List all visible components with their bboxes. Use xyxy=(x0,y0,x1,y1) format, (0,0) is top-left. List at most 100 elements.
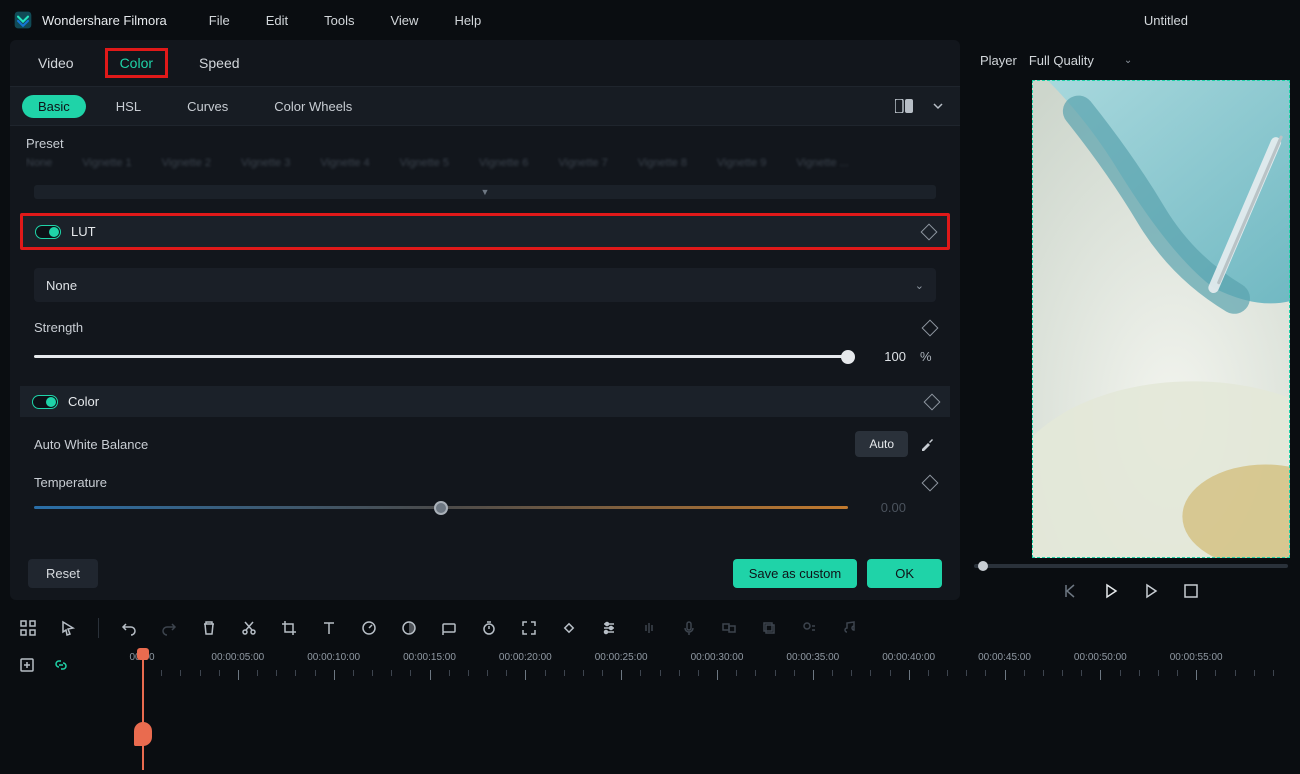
layers-icon xyxy=(759,618,779,638)
lut-label: LUT xyxy=(71,224,96,239)
eyedropper-icon[interactable] xyxy=(918,435,936,453)
temperature-section: Temperature 0.00 xyxy=(34,475,936,515)
player-panel: Player Full Quality ⌄ xyxy=(972,40,1290,600)
timeline-add-track-icon[interactable] xyxy=(18,656,36,674)
temperature-slider-track[interactable] xyxy=(34,506,848,509)
lut-section-highlight: LUT xyxy=(20,213,950,250)
delete-icon[interactable] xyxy=(199,618,219,638)
lut-dropdown-value: None xyxy=(46,278,77,293)
color-header-row: Color xyxy=(20,386,950,417)
subtab-color-wheels[interactable]: Color Wheels xyxy=(258,95,368,118)
ruler-tick: 00:00:40:00 xyxy=(882,652,935,663)
temperature-label: Temperature xyxy=(34,475,107,490)
preset-thumbnails-row[interactable]: NoneVignette 1Vignette 2Vignette 3Vignet… xyxy=(26,157,944,175)
audio-wave-icon xyxy=(639,618,659,638)
strength-slider-handle[interactable] xyxy=(841,350,855,364)
inspector-panel: Video Color Speed Basic HSL Curves Color… xyxy=(10,40,960,600)
auto-white-balance-button[interactable]: Auto xyxy=(855,431,908,457)
sub-tab-bar: Basic HSL Curves Color Wheels xyxy=(10,86,960,126)
marker-tool-icon xyxy=(799,618,819,638)
subtab-basic[interactable]: Basic xyxy=(22,95,86,118)
ruler-tick: 00:00:10:00 xyxy=(307,652,360,663)
ruler-tick: 00:00:50:00 xyxy=(1074,652,1127,663)
strength-unit: % xyxy=(920,349,936,364)
grid-icon[interactable] xyxy=(18,618,38,638)
player-scrubber-handle[interactable] xyxy=(978,561,988,571)
lut-preset-dropdown[interactable]: None ⌄ xyxy=(34,268,936,302)
panel-footer: Reset Save as custom OK xyxy=(10,547,960,600)
strength-label: Strength xyxy=(34,320,83,335)
ruler-tick: 00:00:35:00 xyxy=(786,652,839,663)
app-logo-icon xyxy=(12,9,34,31)
preset-expand-button[interactable]: ▼ xyxy=(34,185,936,199)
pointer-icon[interactable] xyxy=(58,618,78,638)
lut-header-row: LUT xyxy=(23,216,947,247)
timeline[interactable]: 00:0000:00:05:0000:00:10:0000:00:15:0000… xyxy=(0,650,1300,770)
player-quality-value: Full Quality xyxy=(1029,53,1094,68)
speed-icon[interactable] xyxy=(359,618,379,638)
tab-speed[interactable]: Speed xyxy=(185,49,253,77)
lut-strength-section: Strength 100 % xyxy=(34,320,936,364)
strength-slider-track[interactable] xyxy=(34,355,848,358)
strength-value[interactable]: 100 xyxy=(862,349,906,364)
ruler-tick: 00:00:15:00 xyxy=(403,652,456,663)
app-name-label: Wondershare Filmora xyxy=(42,13,167,28)
strength-keyframe-icon[interactable] xyxy=(922,319,939,336)
music-icon xyxy=(839,618,859,638)
menu-edit[interactable]: Edit xyxy=(252,9,302,32)
compare-view-icon[interactable] xyxy=(894,96,914,116)
redo-icon xyxy=(159,618,179,638)
menu-help[interactable]: Help xyxy=(440,9,495,32)
document-title: Untitled xyxy=(1144,13,1188,28)
ruler-tick: 00:00:30:00 xyxy=(691,652,744,663)
play-button[interactable] xyxy=(1102,582,1120,600)
tab-color[interactable]: Color xyxy=(106,49,167,77)
timeline-link-icon[interactable] xyxy=(52,656,70,674)
prev-frame-button[interactable] xyxy=(1062,582,1080,600)
crop-icon[interactable] xyxy=(279,618,299,638)
chevron-down-icon: ⌄ xyxy=(915,279,924,292)
next-frame-button[interactable] xyxy=(1142,582,1160,600)
expand-icon[interactable] xyxy=(519,618,539,638)
ruler-tick: 00:00:55:00 xyxy=(1170,652,1223,663)
ruler-tick: 00:00:05:00 xyxy=(211,652,264,663)
color-icon[interactable] xyxy=(399,618,419,638)
color-keyframe-icon[interactable] xyxy=(924,393,941,410)
lut-keyframe-icon[interactable] xyxy=(921,223,938,240)
temperature-value[interactable]: 0.00 xyxy=(862,500,906,515)
timer-icon[interactable] xyxy=(479,618,499,638)
temperature-keyframe-icon[interactable] xyxy=(922,474,939,491)
panel-options-chevron-icon[interactable] xyxy=(928,96,948,116)
keyframe-tool-icon[interactable] xyxy=(559,618,579,638)
caption-icon[interactable] xyxy=(439,618,459,638)
menu-file[interactable]: File xyxy=(195,9,244,32)
stop-button[interactable] xyxy=(1182,582,1200,600)
auto-white-balance-row: Auto White Balance Auto xyxy=(34,431,936,457)
undo-icon[interactable] xyxy=(119,618,139,638)
reset-button[interactable]: Reset xyxy=(28,559,98,588)
text-icon[interactable] xyxy=(319,618,339,638)
adjust-icon[interactable] xyxy=(599,618,619,638)
mic-icon xyxy=(679,618,699,638)
timeline-playhead[interactable] xyxy=(142,650,144,770)
tab-video[interactable]: Video xyxy=(24,49,88,77)
lut-toggle[interactable] xyxy=(35,225,61,239)
timeline-ruler[interactable]: 00:0000:00:05:0000:00:10:0000:00:15:0000… xyxy=(130,652,1290,692)
menu-view[interactable]: View xyxy=(376,9,432,32)
cut-icon[interactable] xyxy=(239,618,259,638)
temperature-slider-handle[interactable] xyxy=(434,501,448,515)
ok-button[interactable]: OK xyxy=(867,559,942,588)
subtab-hsl[interactable]: HSL xyxy=(100,95,157,118)
player-quality-dropdown[interactable]: Full Quality ⌄ xyxy=(1029,53,1132,68)
save-as-custom-button[interactable]: Save as custom xyxy=(733,559,858,588)
chevron-down-icon: ⌄ xyxy=(1124,55,1132,66)
subtab-curves[interactable]: Curves xyxy=(171,95,244,118)
menu-tools[interactable]: Tools xyxy=(310,9,368,32)
player-label: Player xyxy=(980,53,1017,68)
transport-controls xyxy=(972,582,1290,600)
ruler-tick: 00:00:45:00 xyxy=(978,652,1031,663)
color-toggle[interactable] xyxy=(32,395,58,409)
video-preview[interactable] xyxy=(972,80,1290,558)
player-scrubber[interactable] xyxy=(974,564,1288,568)
menu-bar: Wondershare Filmora File Edit Tools View… xyxy=(0,0,1300,40)
